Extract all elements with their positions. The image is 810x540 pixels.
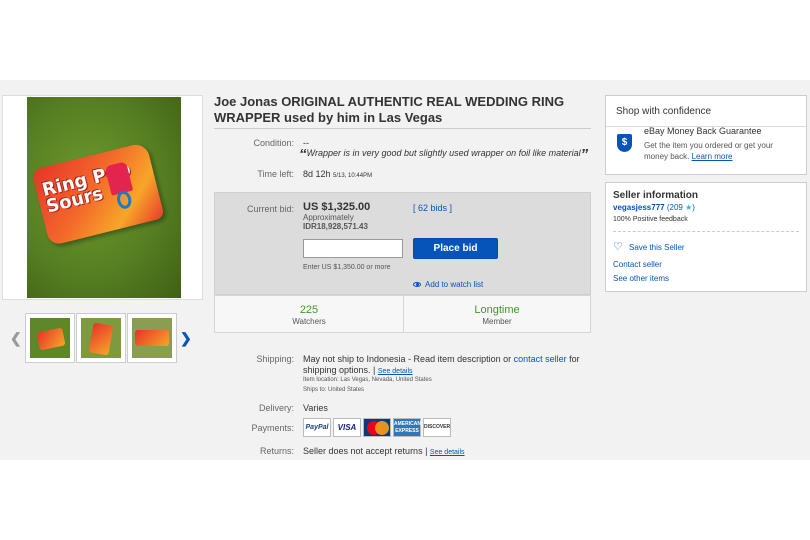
product-photo: Ring Pop Sours: [27, 97, 181, 298]
returns-see-details-link[interactable]: See details: [430, 449, 465, 456]
bids-link[interactable]: [ 62 bids ]: [413, 203, 452, 213]
thumbnail-1[interactable]: [25, 313, 75, 363]
discover-logo: DISCOVER: [423, 418, 451, 437]
add-to-watch-list-link[interactable]: Add to watch list: [413, 280, 483, 289]
ships-to: Ships to: United States: [303, 387, 365, 393]
discover-text: DISCOVER: [424, 424, 451, 430]
delivery-value: Varies: [303, 403, 328, 413]
delivery-label: Delivery:: [258, 403, 294, 413]
chevron-right-icon[interactable]: ❯: [180, 330, 192, 347]
condition-label: Condition:: [253, 138, 294, 148]
see-other-items-link[interactable]: See other items: [613, 274, 669, 283]
condition-quote: “Wrapper is in very good but slightly us…: [299, 146, 589, 163]
eye-icon: [413, 282, 421, 287]
wrapper-brand-text: Ring Pop Sours: [40, 158, 133, 218]
shop-with-confidence-box: Shop with confidence $ eBay Money Back G…: [605, 95, 807, 175]
seller-score-open: (209: [666, 203, 686, 212]
confidence-title: Shop with confidence: [616, 106, 712, 117]
save-seller-link[interactable]: Save this Seller: [629, 243, 685, 252]
shipping-text-b: for: [566, 354, 580, 364]
enter-amount-hint: Enter US $1,350.00 or more: [303, 264, 391, 271]
returns-value: Seller does not accept returns | See det…: [303, 446, 465, 456]
shield-icon: $: [617, 134, 632, 152]
seller-score-close: ): [692, 203, 695, 212]
stats-box: 225 Watchers Longtime Member: [214, 295, 591, 333]
time-left-value: 8d 12h: [303, 169, 331, 179]
seller-name-link[interactable]: vegasjess777: [613, 203, 665, 212]
returns-text: Seller does not accept returns |: [303, 446, 430, 456]
visa-logo: VISA: [333, 418, 361, 437]
mbg-text: Get the item you ordered or get your mon…: [644, 140, 794, 162]
contact-seller-link[interactable]: contact seller: [514, 354, 567, 364]
current-bid-label: Current bid:: [246, 204, 294, 214]
watchers-label: Watchers: [292, 317, 326, 326]
watchers-count: 225: [299, 304, 319, 316]
returns-label: Returns:: [259, 446, 294, 456]
contact-seller-sidebar-link[interactable]: Contact seller: [613, 260, 662, 269]
heart-icon[interactable]: ♡: [613, 241, 625, 253]
bid-amount-input[interactable]: [303, 239, 403, 258]
member-label: Member: [482, 317, 512, 326]
amex-logo: AMERICAN EXPRESS: [393, 418, 421, 437]
payments-label: Payments:: [251, 423, 294, 433]
time-left-label: Time left:: [257, 169, 294, 179]
thumbnail-2[interactable]: [76, 313, 126, 363]
watch-label: Add to watch list: [425, 280, 484, 289]
learn-more-link[interactable]: Learn more: [692, 152, 733, 161]
mbg-title: eBay Money Back Guarantee: [644, 126, 762, 136]
shipping-line-1: May not ship to Indonesia - Read item de…: [303, 354, 593, 364]
seller-feedback: 100% Positive feedback: [613, 216, 688, 223]
seller-name-line: vegasjess777 (209 ★): [613, 203, 695, 212]
approx-label: Approximately: [303, 213, 354, 222]
condition-quote-text: Wrapper is in very good but slightly use…: [306, 148, 581, 158]
shipping-text-c: shipping options. |: [303, 365, 378, 375]
seller-title: Seller information: [613, 190, 699, 201]
time-left-end: 5/13, 10:44PM: [333, 173, 373, 179]
approx-value: IDR18,928,571.43: [303, 222, 368, 231]
chevron-left-icon[interactable]: ❮: [10, 330, 22, 347]
thumbnail-3[interactable]: [127, 313, 177, 363]
time-left: 8d 12h 5/13, 10:44PM: [303, 169, 372, 179]
current-price: US $1,325.00: [303, 201, 371, 213]
ring-pop-wrapper-image: Ring Pop Sours: [31, 141, 165, 247]
listing-title: Joe Jonas ORIGINAL AUTHENTIC REAL WEDDIN…: [214, 94, 565, 125]
seller-score[interactable]: (209 ★): [667, 203, 695, 212]
place-bid-button[interactable]: Place bid: [413, 238, 498, 259]
shipping-text-a: May not ship to Indonesia - Read item de…: [303, 354, 514, 364]
mastercard-logo: [363, 418, 391, 437]
seller-divider: [613, 231, 799, 232]
item-location: Item location: Las Vegas, Nevada, United…: [303, 377, 432, 383]
shipping-line-2: shipping options. | See details: [303, 365, 413, 375]
title-divider: [214, 128, 591, 129]
paypal-logo: PayPal: [303, 418, 331, 437]
seller-information-box: Seller information vegasjess777 (209 ★) …: [605, 182, 807, 292]
shipping-see-details-link[interactable]: See details: [378, 368, 413, 375]
shipping-label: Shipping:: [256, 354, 294, 364]
main-product-image[interactable]: Ring Pop Sours: [2, 95, 203, 300]
member-value: Longtime: [474, 304, 520, 316]
